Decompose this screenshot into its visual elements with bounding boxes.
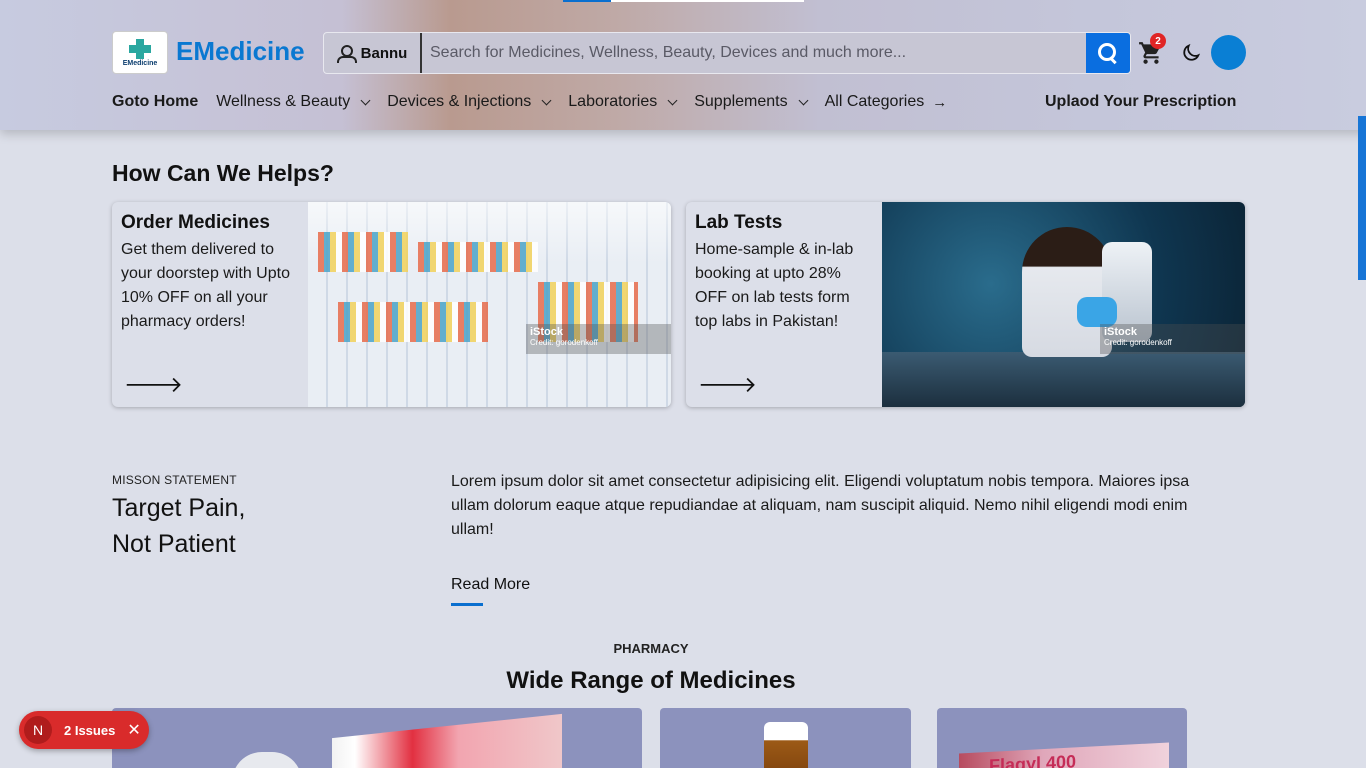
search-bar: Bannu	[323, 32, 1131, 74]
location-user-icon	[336, 44, 357, 63]
nav-supplements[interactable]: Supplements	[694, 93, 809, 111]
product-card[interactable]	[112, 708, 642, 768]
nav-wellness[interactable]: Wellness & Beauty	[216, 93, 371, 111]
nav-home[interactable]: Goto Home	[112, 93, 198, 111]
close-icon[interactable]: ✕	[127, 720, 140, 740]
avatar[interactable]	[1211, 35, 1246, 70]
card-text: Home-sample & in-lab booking at upto 28%…	[695, 241, 854, 330]
nav-devices-label: Devices & Injections	[387, 93, 532, 110]
nav-all-label: All Categories	[824, 93, 925, 110]
nav-wellness-label: Wellness & Beauty	[216, 93, 351, 110]
lab-image: iStock Credit: gorodenkoff	[882, 202, 1245, 407]
nav-all-categories[interactable]: All Categories →	[825, 93, 948, 111]
watermark-brand: iStock	[530, 326, 564, 338]
chevron-down-icon	[541, 95, 552, 105]
watermark-credit: Credit: gorodenkoff	[530, 338, 598, 347]
nav-devices[interactable]: Devices & Injections	[387, 93, 552, 111]
arrow-right-icon[interactable]: 🡒	[124, 372, 183, 398]
nav-home-label: Goto Home	[112, 93, 199, 110]
product-label: Flagyl 400	[989, 751, 1077, 768]
watermark-brand: iStock	[1104, 326, 1138, 338]
nav-upload-label: Uplaod Your Prescription	[1045, 93, 1237, 110]
logo-text: EMedicine	[122, 59, 158, 67]
progress-bar	[563, 0, 611, 2]
issues-initial: N	[24, 716, 52, 744]
mission-title-line1: Target Pain,	[112, 494, 246, 522]
search-button[interactable]	[1086, 33, 1130, 73]
watermark-credit: Credit: gorodenkoff	[1104, 338, 1172, 347]
search-input[interactable]	[422, 33, 1086, 73]
logo[interactable]: EMedicine	[112, 31, 168, 74]
scrollbar[interactable]	[1358, 116, 1366, 280]
read-more-link[interactable]: Read More	[451, 576, 530, 594]
medical-cross-icon	[129, 38, 151, 59]
lab-tests-card[interactable]: Lab Tests Home-sample & in-lab booking a…	[686, 202, 1245, 407]
pharmacy-label: PHARMACY	[613, 641, 689, 656]
card-title: Lab Tests	[695, 212, 783, 233]
cart-count-badge: 2	[1150, 33, 1166, 49]
cart-button[interactable]: 2	[1138, 33, 1166, 66]
main-nav: Goto Home Wellness & Beauty Devices & In…	[112, 90, 1236, 114]
product-card[interactable]: Flagyl 400	[937, 708, 1187, 768]
chevron-down-icon	[667, 95, 678, 105]
mission-label: MISSON STATEMENT	[112, 473, 237, 487]
brand-name[interactable]: EMedicine	[176, 36, 305, 67]
watermark: iStock Credit: gorodenkoff	[526, 324, 671, 354]
arrow-right-icon: →	[932, 93, 948, 111]
location-label: Bannu	[360, 44, 408, 62]
arrow-right-icon[interactable]: 🡒	[698, 372, 757, 398]
nav-supplements-label: Supplements	[694, 93, 788, 110]
issues-badge[interactable]: N 2 Issues ✕	[19, 711, 149, 749]
chevron-down-icon	[798, 95, 809, 105]
nav-upload-prescription[interactable]: Uplaod Your Prescription	[1045, 93, 1236, 111]
nav-labs[interactable]: Laboratories	[568, 93, 678, 111]
site-header: EMedicine EMedicine Bannu 2 Goto Home We…	[0, 0, 1366, 130]
read-more-underline	[451, 603, 483, 606]
progress-bar-track	[611, 0, 804, 2]
issues-label: 2 Issues	[64, 722, 116, 738]
mission-title-line2: Not Patient	[112, 530, 236, 558]
location-selector[interactable]: Bannu	[324, 33, 422, 73]
chevron-down-icon	[360, 95, 371, 105]
mission-text: Lorem ipsum dolor sit amet consectetur a…	[451, 473, 1190, 538]
card-title: Order Medicines	[121, 212, 270, 233]
product-image	[764, 722, 808, 768]
card-text: Get them delivered to your doorstep with…	[121, 241, 290, 330]
product-image	[332, 713, 562, 768]
nav-labs-label: Laboratories	[568, 93, 658, 110]
pharmacy-title: Wide Range of Medicines	[506, 667, 796, 694]
pharmacy-image: iStock Credit: gorodenkoff	[308, 202, 671, 407]
moon-icon[interactable]	[1180, 42, 1202, 64]
watermark: iStock Credit: gorodenkoff	[1100, 324, 1245, 354]
section-title: How Can We Helps?	[112, 160, 334, 186]
mission-title: Target Pain, Not Patient	[112, 490, 412, 562]
product-image: Flagyl 400	[959, 742, 1169, 768]
product-card[interactable]	[660, 708, 911, 768]
search-icon	[1098, 43, 1118, 63]
order-medicines-card[interactable]: Order Medicines Get them delivered to yo…	[112, 202, 671, 407]
